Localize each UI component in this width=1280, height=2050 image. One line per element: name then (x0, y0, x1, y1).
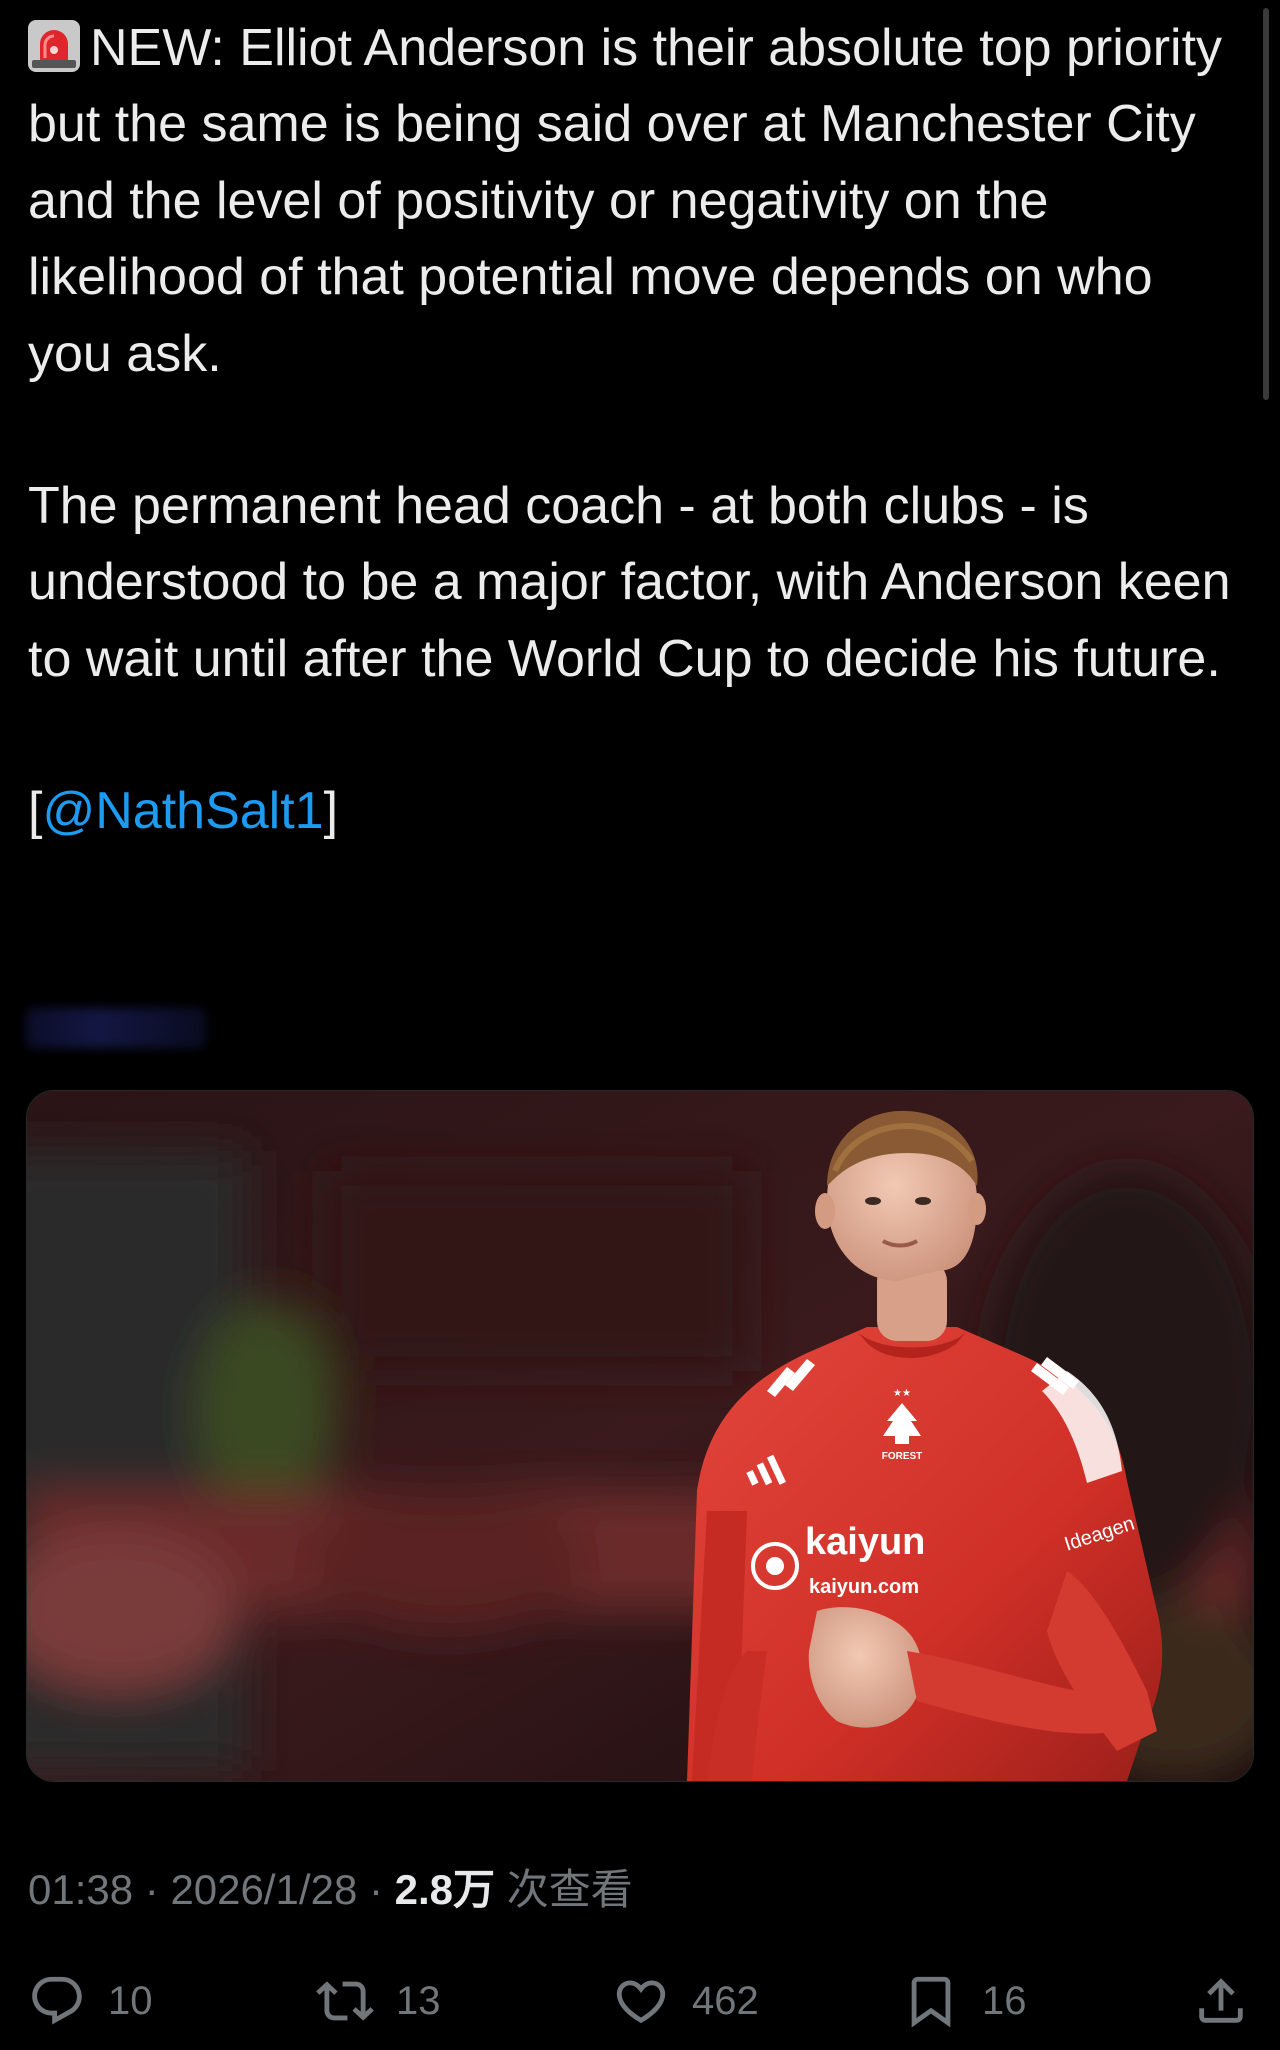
like-button[interactable]: 462 (612, 1968, 759, 2034)
tweet-actions-bar: 10 13 462 16 (0, 1968, 1280, 2034)
share-button[interactable] (1192, 1968, 1272, 2034)
shirt-sponsor-url: kaiyun.com (809, 1576, 919, 1598)
tweet-meta: 01:38 · 2026/1/28 · 2.8万 次查看 (28, 1860, 633, 1920)
retweet-icon (316, 1981, 374, 2021)
tweet-paragraph-1-text: NEW: Elliot Anderson is their absolute t… (28, 19, 1223, 383)
tweet-date[interactable]: 2026/1/28 (170, 1866, 357, 1913)
like-count: 462 (692, 1979, 759, 2023)
shirt-sponsor: kaiyun (805, 1521, 925, 1563)
crest-text: FOREST (882, 1451, 923, 1462)
source-bracket-open: [ (28, 782, 43, 841)
tweet-media-image[interactable]: FOREST ★★ kaiyun kaiyun.com Ideagen (26, 1090, 1254, 1782)
player-photo: FOREST ★★ kaiyun kaiyun.com Ideagen (27, 1091, 1253, 1781)
tweet-paragraph-1: NEW: Elliot Anderson is their absolute t… (28, 10, 1238, 392)
bookmark-button[interactable]: 16 (902, 1968, 1027, 2034)
blurred-caption (26, 1008, 206, 1048)
tweet-paragraph-2: The permanent head coach - at both clubs… (28, 477, 1231, 688)
meta-separator: · (368, 1866, 383, 1913)
tweet-text: NEW: Elliot Anderson is their absolute t… (28, 10, 1238, 850)
bookmark-count: 16 (982, 1979, 1027, 2023)
rotating-light-icon (28, 17, 80, 72)
tweet-source: [@NathSalt1] (28, 773, 1238, 849)
source-bracket-close: ] (323, 782, 339, 841)
share-icon (1199, 1978, 1243, 2023)
views-label: 次查看 (506, 1866, 633, 1913)
retweet-count: 13 (396, 1979, 441, 2023)
views-count: 2.8万 (394, 1866, 496, 1913)
reply-count: 10 (108, 1979, 153, 2023)
scrollbar[interactable] (1263, 8, 1269, 400)
tweet-time[interactable]: 01:38 (28, 1866, 133, 1913)
meta-separator: · (144, 1866, 159, 1913)
mention-link[interactable]: @NathSalt1 (42, 782, 323, 840)
reply-button[interactable]: 10 (28, 1968, 153, 2034)
reply-icon (32, 1976, 82, 2025)
heart-icon (616, 1980, 666, 2024)
svg-text:★★: ★★ (893, 1388, 911, 1399)
bookmark-icon (911, 1976, 951, 2028)
retweet-button[interactable]: 13 (316, 1968, 441, 2034)
